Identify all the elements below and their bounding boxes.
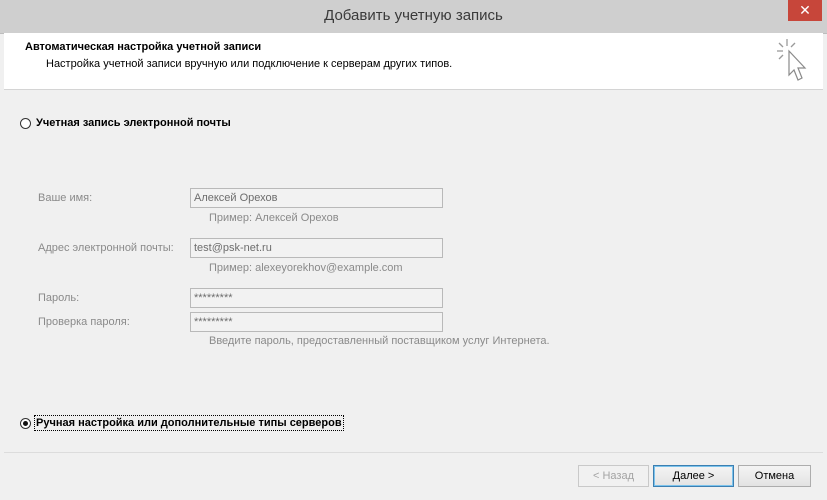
name-label: Ваше имя: xyxy=(38,192,93,204)
email-field[interactable]: test@psk-net.ru xyxy=(190,238,443,258)
cancel-button[interactable]: Отмена xyxy=(738,465,811,487)
title-bar: Добавить учетную запись ✕ xyxy=(0,0,827,34)
header-title: Автоматическая настройка учетной записи xyxy=(25,41,262,53)
window-title: Добавить учетную запись xyxy=(324,7,503,24)
wizard-header: Автоматическая настройка учетной записи … xyxy=(4,33,823,90)
name-field[interactable]: Алексей Орехов xyxy=(190,188,443,208)
next-button[interactable]: Далее > xyxy=(653,465,734,487)
password-confirm-label: Проверка пароля: xyxy=(38,316,130,328)
email-account-radio[interactable] xyxy=(20,118,31,129)
password-label: Пароль: xyxy=(38,292,80,304)
back-button[interactable]: < Назад xyxy=(578,465,649,487)
manual-setup-radio[interactable] xyxy=(20,418,31,429)
email-label: Адрес электронной почты: xyxy=(38,242,174,254)
wizard-body xyxy=(4,90,823,452)
manual-setup-label[interactable]: Ручная настройка или дополнительные типы… xyxy=(34,415,344,431)
name-hint: Пример: Алексей Орехов xyxy=(209,212,339,224)
cursor-sparkle-icon xyxy=(777,39,807,81)
add-account-dialog: Добавить учетную запись ✕ Автоматическая… xyxy=(0,0,827,500)
close-button[interactable]: ✕ xyxy=(788,0,822,21)
password-hint: Введите пароль, предоставленный поставщи… xyxy=(209,335,550,347)
email-hint: Пример: alexeyorekhov@example.com xyxy=(209,262,403,274)
email-account-label[interactable]: Учетная запись электронной почты xyxy=(36,117,231,129)
password-field[interactable]: ********* xyxy=(190,288,443,308)
footer-divider xyxy=(4,452,823,453)
password-confirm-field[interactable]: ********* xyxy=(190,312,443,332)
header-subtitle: Настройка учетной записи вручную или под… xyxy=(46,58,453,70)
